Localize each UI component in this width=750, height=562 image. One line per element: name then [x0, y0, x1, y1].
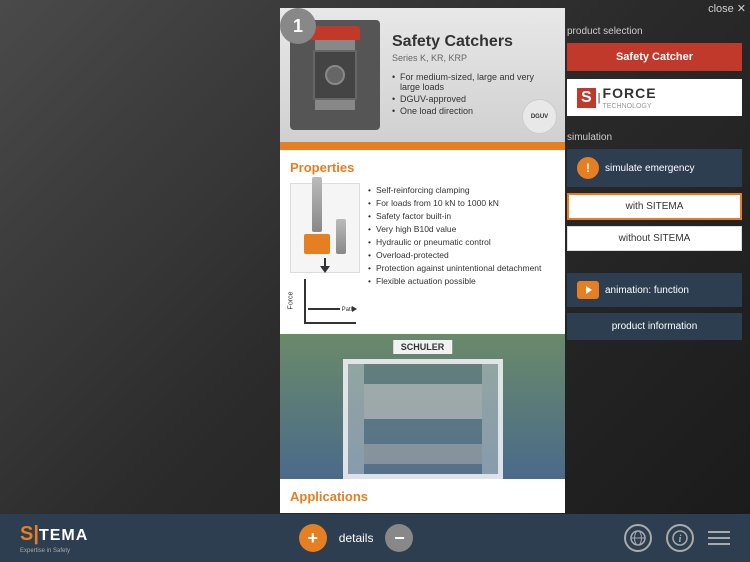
force-path-graph: Force Path [290, 279, 360, 324]
application-image: SCHULER [280, 334, 565, 479]
applications-title: Applications [290, 489, 555, 504]
simulation-title: simulation [567, 132, 742, 143]
product-selection-title: product selection [567, 26, 742, 37]
sforce-logo: S | FORCE TECHNOLOGY [567, 79, 742, 116]
sforce-brand-text: FORCE [603, 85, 657, 101]
properties-title: Properties [290, 160, 555, 175]
property-item: Safety factor built-in [368, 209, 555, 222]
property-item: For loads from 10 kN to 1000 kN [368, 196, 555, 209]
properties-list: Self-reinforcing clamping For loads from… [368, 183, 555, 324]
dguv-badge: DGUV [522, 99, 557, 134]
product-selection-panel: product selection Safety Catcher S | FOR… [567, 26, 742, 340]
orange-divider [280, 142, 565, 150]
svg-text:i: i [679, 534, 682, 545]
without-sitema-button[interactable]: without SITEMA [567, 226, 742, 251]
property-item: Overload-protected [368, 248, 555, 261]
animation-icon [577, 281, 599, 299]
sforce-sub-text: TECHNOLOGY [603, 103, 657, 110]
property-item: Protection against unintentional detachm… [368, 261, 555, 274]
properties-content: Force Path Self-reinforcing clamping For… [290, 183, 555, 324]
globe-icon[interactable] [624, 524, 652, 552]
property-item: Hydraulic or pneumatic control [368, 235, 555, 248]
remove-button[interactable]: − [385, 524, 413, 552]
applications-section: SCHULER Applications [280, 334, 565, 513]
simulation-section: simulation ! simulate emergency with SIT… [567, 132, 742, 257]
product-title: Safety Catchers [392, 33, 555, 51]
menu-line-1 [708, 531, 730, 533]
details-label: details [339, 531, 374, 545]
properties-section: Properties [280, 150, 565, 334]
applications-list: Hydraulic presses Mechanical presses Inj… [290, 512, 555, 513]
application-item: Hydraulic presses [290, 512, 555, 513]
sforce-s-letter: S [577, 88, 596, 108]
safety-catcher-button[interactable]: Safety Catcher [567, 43, 742, 71]
hamburger-menu-icon[interactable] [708, 531, 730, 545]
close-button[interactable]: close ✕ [708, 2, 746, 15]
sitema-brand-name: TEMA [39, 527, 88, 545]
menu-line-3 [708, 543, 730, 545]
close-icon: ✕ [737, 2, 746, 15]
sitema-s-letter: S| [20, 523, 39, 546]
property-item: Self-reinforcing clamping [368, 183, 555, 196]
clamp-diagram [290, 183, 360, 273]
properties-diagram: Force Path [290, 183, 360, 324]
bottom-toolbar: S| TEMA Expertise in Safety + details − … [0, 514, 750, 562]
right-panel: close ✕ product selection Safety Catcher… [567, 8, 742, 340]
animation-function-button[interactable]: animation: function [567, 273, 742, 307]
close-label: close [708, 3, 734, 15]
step-indicator: 1 [280, 8, 316, 44]
applications-text: Applications Hydraulic presses Mechanica… [280, 479, 565, 513]
toolbar-right-icons: i [624, 524, 730, 552]
property-item: Very high B10d value [368, 222, 555, 235]
add-button[interactable]: + [299, 524, 327, 552]
with-sitema-button[interactable]: with SITEMA [567, 193, 742, 220]
feature-item: For medium-sized, large and very large l… [392, 71, 555, 93]
simulate-emergency-label: simulate emergency [605, 163, 694, 174]
menu-line-2 [708, 537, 730, 539]
product-info-button[interactable]: product information [567, 313, 742, 340]
info-icon[interactable]: i [666, 524, 694, 552]
warning-icon: ! [577, 157, 599, 179]
product-series: Series K, KR, KRP [392, 53, 555, 63]
product-header: Safety Catchers Series K, KR, KRP For me… [280, 8, 565, 142]
property-item: Flexible actuation possible [368, 274, 555, 287]
simulate-emergency-button[interactable]: ! simulate emergency [567, 149, 742, 187]
graph-y-label: Force [287, 292, 294, 310]
animation-btn-label: animation: function [605, 285, 689, 296]
sitema-brand: S| TEMA Expertise in Safety [20, 523, 88, 554]
toolbar-center-controls: + details − [299, 524, 414, 552]
main-content-panel: Safety Catchers Series K, KR, KRP For me… [280, 8, 565, 513]
sitema-tagline: Expertise in Safety [20, 548, 88, 554]
